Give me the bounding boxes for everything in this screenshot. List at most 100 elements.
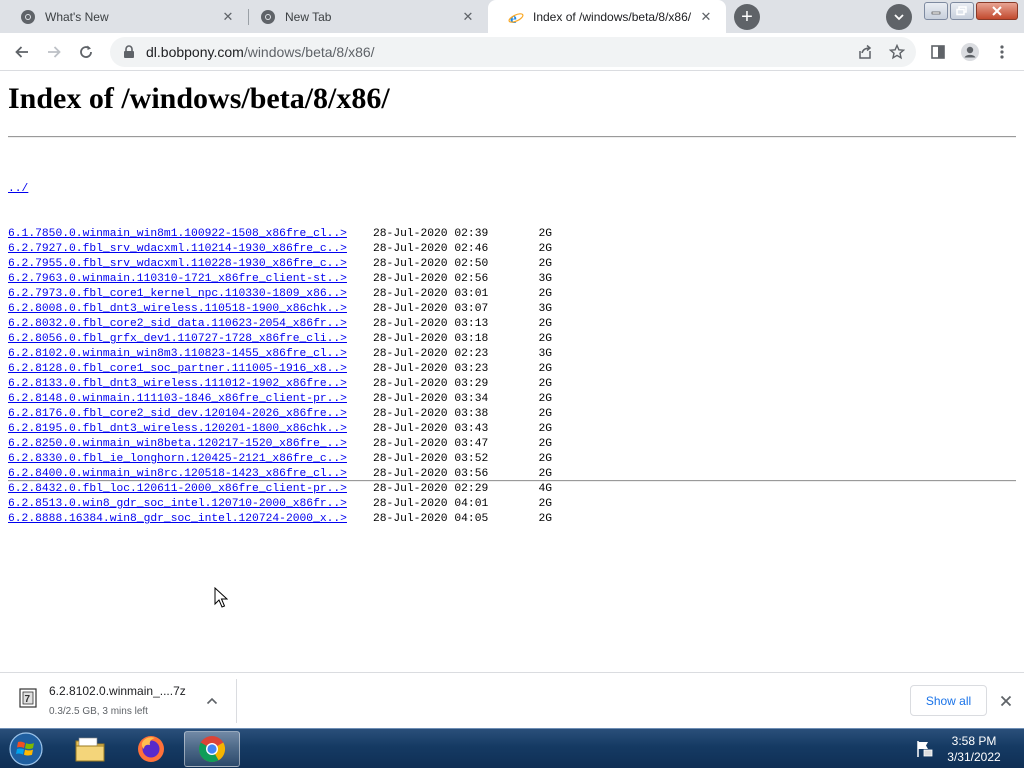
tab-title: What's New <box>45 9 109 24</box>
file-size: 2G <box>538 498 552 510</box>
file-link[interactable]: 6.2.8056.0.fbl_grfx_dev1.110727-1728_x86… <box>8 332 373 347</box>
tab-whats-new[interactable]: What's New ✕ <box>0 0 248 33</box>
file-size: 2G <box>538 333 552 345</box>
file-link[interactable]: 6.2.8513.0.win8_gdr_soc_intel.120710-200… <box>8 497 373 512</box>
file-link[interactable]: 6.2.7955.0.fbl_srv_wdacxml.110228-1930_x… <box>8 257 373 272</box>
profile-button[interactable] <box>956 38 984 66</box>
file-date: 28-Jul-2020 03:52 <box>373 453 489 465</box>
file-link[interactable]: 6.2.8195.0.fbl_dnt3_wireless.120201-1800… <box>8 422 373 437</box>
side-panel-button[interactable] <box>924 38 952 66</box>
file-date: 28-Jul-2020 03:18 <box>373 333 489 345</box>
address-bar[interactable]: dl.bobpony.com/windows/beta/8/x86/ <box>110 37 916 67</box>
file-link[interactable]: 6.2.8888.16384.win8_gdr_soc_intel.120724… <box>8 512 373 527</box>
file-date: 28-Jul-2020 03:34 <box>373 393 489 405</box>
windows-logo-icon <box>9 732 43 766</box>
chevron-up-icon[interactable] <box>204 693 220 709</box>
file-link[interactable]: 6.1.7850.0.winmain_win8m1.100922-1508_x8… <box>8 227 373 242</box>
download-filename: 6.2.8102.0.winmain_....7z <box>49 684 186 698</box>
taskbar-explorer[interactable] <box>62 731 118 767</box>
close-tab-icon[interactable]: ✕ <box>220 9 236 25</box>
parent-directory-link[interactable]: ../ <box>8 182 373 197</box>
file-link[interactable]: 6.2.8032.0.fbl_core2_sid_data.110623-205… <box>8 317 373 332</box>
table-row: 6.2.7927.0.fbl_srv_wdacxml.110214-1930_x… <box>8 242 552 257</box>
system-clock[interactable]: 3:58 PM 3/31/2022 <box>940 733 1008 765</box>
show-all-button[interactable]: Show all <box>910 685 987 716</box>
table-row: 6.2.8133.0.fbl_dnt3_wireless.111012-1902… <box>8 377 552 392</box>
bookmark-star-icon[interactable] <box>884 39 910 65</box>
tab-title: New Tab <box>285 9 332 24</box>
chrome-favicon-icon <box>260 9 276 25</box>
download-item[interactable]: 7 6.2.8102.0.winmain_....7z 0.3/2.5 GB, … <box>12 679 236 723</box>
file-size: 2G <box>538 393 552 405</box>
file-link[interactable]: 6.2.8148.0.winmain.111103-1846_x86fre_cl… <box>8 392 373 407</box>
close-window-button[interactable] <box>976 2 1018 20</box>
divider-top <box>8 136 1016 138</box>
tab-index-of[interactable]: e Index of /windows/beta/8/x86/ ✕ <box>488 0 726 33</box>
close-tab-icon[interactable]: ✕ <box>698 9 714 25</box>
file-link[interactable]: 6.2.8176.0.fbl_core2_sid_dev.120104-2026… <box>8 407 373 422</box>
table-row: 6.2.8032.0.fbl_core2_sid_data.110623-205… <box>8 317 552 332</box>
divider-bottom <box>8 480 1016 482</box>
restore-icon <box>956 6 967 16</box>
table-row: 6.2.8432.0.fbl_loc.120611-2000_x86fre_cl… <box>8 482 552 497</box>
table-row: 6.1.7850.0.winmain_win8m1.100922-1508_x8… <box>8 227 552 242</box>
file-size: 2G <box>538 228 552 240</box>
tab-title: Index of /windows/beta/8/x86/ <box>533 9 692 24</box>
file-date: 28-Jul-2020 02:29 <box>373 483 489 495</box>
file-link[interactable]: 6.2.8250.0.winmain_win8beta.120217-1520_… <box>8 437 373 452</box>
file-size: 2G <box>538 288 552 300</box>
file-link[interactable]: 6.2.8008.0.fbl_dnt3_wireless.110518-1900… <box>8 302 373 317</box>
windows-taskbar: 3:58 PM 3/31/2022 <box>0 728 1024 768</box>
file-link[interactable]: 6.2.8102.0.winmain_win8m3.110823-1455_x8… <box>8 347 373 362</box>
file-size: 2G <box>538 378 552 390</box>
close-icon <box>992 6 1002 16</box>
tab-search-button[interactable] <box>886 4 912 30</box>
taskbar-chrome[interactable] <box>184 731 240 767</box>
file-link[interactable]: 6.2.7973.0.fbl_core1_kernel_npc.110330-1… <box>8 287 373 302</box>
close-shelf-icon[interactable] <box>996 691 1016 711</box>
file-size: 3G <box>538 348 552 360</box>
file-date: 28-Jul-2020 02:46 <box>373 243 489 255</box>
window-controls <box>924 2 1018 20</box>
table-row: 6.2.8176.0.fbl_core2_sid_dev.120104-2026… <box>8 407 552 422</box>
menu-button[interactable] <box>988 38 1016 66</box>
start-button[interactable] <box>4 731 48 767</box>
parent-row: ../ <box>8 182 552 197</box>
file-size: 3G <box>538 273 552 285</box>
close-tab-icon[interactable]: ✕ <box>460 9 476 25</box>
file-link[interactable]: 6.2.7963.0.winmain.110310-1721_x86fre_cl… <box>8 272 373 287</box>
arrow-left-icon <box>15 46 28 58</box>
download-shelf: 7 6.2.8102.0.winmain_....7z 0.3/2.5 GB, … <box>0 672 1024 728</box>
back-button[interactable] <box>8 38 36 66</box>
url-path: /windows/beta/8/x86/ <box>243 44 375 60</box>
table-row: 6.2.8102.0.winmain_win8m3.110823-1455_x8… <box>8 347 552 362</box>
svg-text:7: 7 <box>25 694 31 705</box>
file-link[interactable]: 6.2.8133.0.fbl_dnt3_wireless.111012-1902… <box>8 377 373 392</box>
minimize-button[interactable] <box>924 2 948 20</box>
file-date: 28-Jul-2020 02:56 <box>373 273 489 285</box>
file-link[interactable]: 6.2.8432.0.fbl_loc.120611-2000_x86fre_cl… <box>8 482 373 497</box>
file-link[interactable]: 6.2.8330.0.fbl_ie_longhorn.120425-2121_x… <box>8 452 373 467</box>
clock-date: 3/31/2022 <box>947 750 1001 764</box>
file-link[interactable]: 6.2.8128.0.fbl_core1_soc_partner.111005-… <box>8 362 373 377</box>
file-date: 28-Jul-2020 03:07 <box>373 303 489 315</box>
table-row: 6.2.8330.0.fbl_ie_longhorn.120425-2121_x… <box>8 452 552 467</box>
file-size: 2G <box>538 318 552 330</box>
url-text[interactable]: dl.bobpony.com/windows/beta/8/x86/ <box>146 44 375 60</box>
forward-button[interactable] <box>40 38 68 66</box>
new-tab-button[interactable]: + <box>734 4 760 30</box>
minimize-icon <box>931 11 941 15</box>
tab-new-tab[interactable]: New Tab ✕ <box>240 0 488 33</box>
reload-button[interactable] <box>72 38 100 66</box>
taskbar-firefox[interactable] <box>123 731 179 767</box>
share-icon[interactable] <box>852 39 878 65</box>
directory-listing: ../ 6.1.7850.0.winmain_win8m1.100922-150… <box>8 152 552 557</box>
file-link[interactable]: 6.2.7927.0.fbl_srv_wdacxml.110214-1930_x… <box>8 242 373 257</box>
file-size: 2G <box>538 513 552 525</box>
table-row: 6.2.8250.0.winmain_win8beta.120217-1520_… <box>8 437 552 452</box>
file-date: 28-Jul-2020 02:39 <box>373 228 489 240</box>
lock-icon[interactable] <box>120 45 138 59</box>
action-center-flag-icon[interactable] <box>914 739 934 759</box>
file-date: 28-Jul-2020 03:29 <box>373 378 489 390</box>
restore-button[interactable] <box>950 2 974 20</box>
